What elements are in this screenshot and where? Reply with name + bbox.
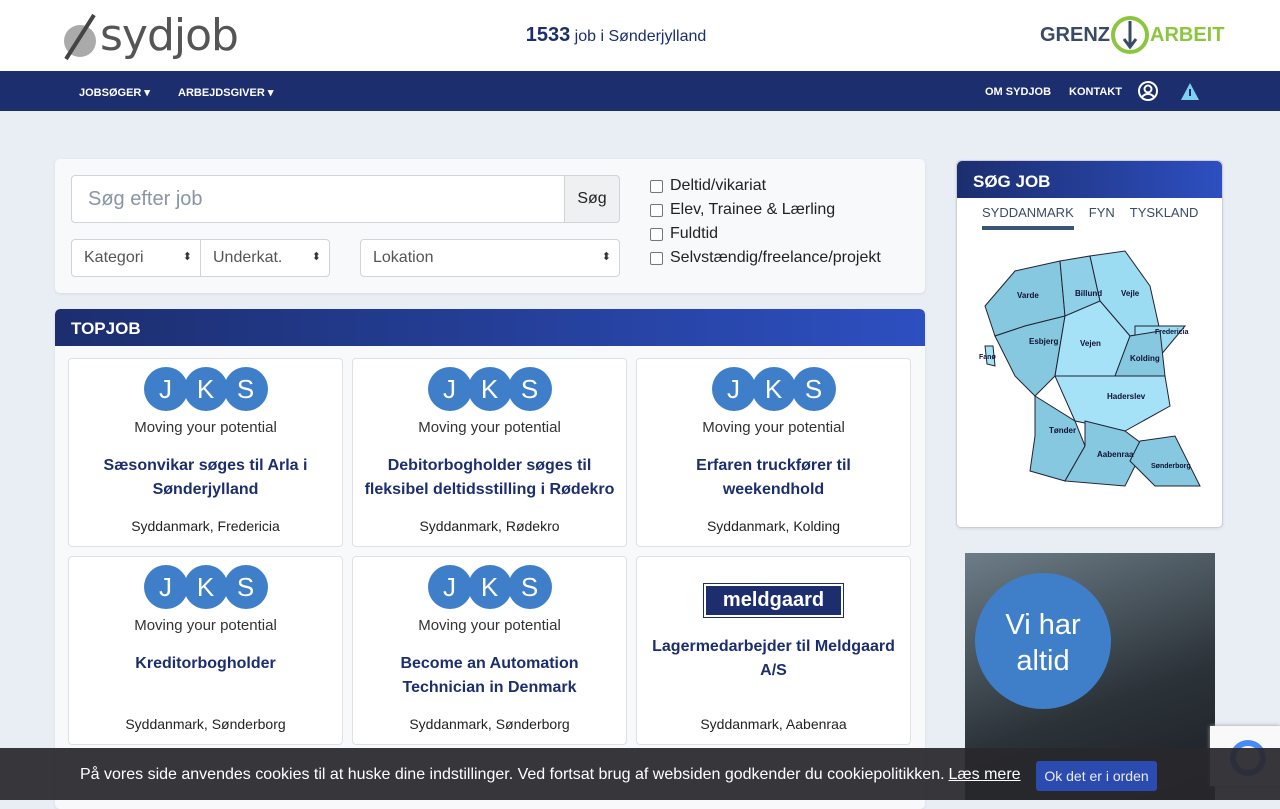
filter-elev[interactable]: Elev, Trainee & Lærling: [650, 201, 835, 219]
warning-icon[interactable]: [1180, 82, 1200, 102]
job-card[interactable]: meldgaard Lagermedarbejder til Meldgaard …: [636, 556, 911, 745]
topjob-title: TOPJOB: [55, 309, 925, 346]
category-select[interactable]: Kategori: [71, 239, 201, 277]
grenzarbeit-logo[interactable]: GRENZ ARBEIT: [1040, 15, 1224, 55]
filter-fuldtid[interactable]: Fuldtid: [650, 225, 718, 243]
label-aabenraa: Aabenraa: [1097, 450, 1134, 459]
tab-fyn[interactable]: FYN: [1089, 205, 1115, 230]
job-title[interactable]: Erfaren truckfører til weekendhold: [647, 454, 900, 502]
user-icon[interactable]: [1137, 80, 1159, 102]
region-map[interactable]: Varde Billund Vejle Fredericia Fanø Esbj…: [975, 246, 1207, 496]
meldgaard-logo: meldgaard: [703, 583, 844, 618]
job-card[interactable]: J K S Moving your potential Become an Automa…: [352, 556, 627, 745]
grenz-circle-icon: [1111, 16, 1149, 54]
nav-arbejdsgiver[interactable]: ARBEJDSGIVER ▾: [178, 86, 273, 99]
search-button[interactable]: Søg: [564, 175, 620, 223]
job-card[interactable]: J K S Moving your potential Kreditorbogholde…: [68, 556, 343, 745]
label-fredericia: Fredericia: [1155, 329, 1189, 336]
job-location: Syddanmark, Aabenraa: [700, 716, 847, 732]
cookie-read-more-link[interactable]: Læs mere: [949, 766, 1021, 783]
location-select[interactable]: Lokation: [360, 239, 620, 277]
filter-selvstaendig[interactable]: Selvstændig/freelance/projekt: [650, 249, 881, 267]
search-input[interactable]: Søg efter job: [71, 175, 565, 223]
tab-tyskland[interactable]: TYSKLAND: [1130, 205, 1199, 230]
label-sonderborg: Sønderborg: [1151, 463, 1191, 470]
region-sonderborg[interactable]: [1129, 435, 1201, 487]
label-kolding: Kolding: [1130, 354, 1160, 363]
nav-jobsoger[interactable]: JOBSØGER ▾: [79, 86, 150, 99]
label-haderslev: Haderslev: [1107, 392, 1146, 401]
cookie-accept-button[interactable]: Ok det er i orden: [1036, 761, 1157, 791]
job-location: Syddanmark, Sønderborg: [409, 716, 570, 732]
label-vejle: Vejle: [1121, 289, 1140, 298]
label-vejen: Vejen: [1080, 339, 1101, 348]
main-nav: JOBSØGER ▾ ARBEJDSGIVER ▾ OM SYDJOB KONT…: [0, 71, 1280, 111]
job-title[interactable]: Become an Automation Technician in Denma…: [363, 652, 616, 700]
label-fano: Fanø: [979, 354, 996, 361]
logo-tagline: Moving your potential: [134, 419, 277, 436]
ad-text: Vi har altid: [975, 573, 1111, 709]
job-location: Syddanmark, Kolding: [706, 518, 841, 534]
search-panel: Søg efter job Søg Kategori Underkat. Lok…: [55, 159, 925, 293]
label-esbjerg: Esbjerg: [1029, 337, 1058, 346]
job-card[interactable]: J K S Moving your potential Debitorbogholder…: [352, 358, 627, 547]
map-search-panel: SØG JOB SYDDANMARK FYN TYSKLAND Varde Bi…: [956, 160, 1223, 528]
label-billund: Billund: [1075, 289, 1102, 298]
jks-logo: JKS: [637, 367, 910, 411]
header: sydjob 1533 job i Sønderjylland GRENZ AR…: [0, 0, 1280, 71]
job-title[interactable]: Lagermedarbejder til Meldgaard A/S: [647, 635, 900, 683]
label-tonder: Tønder: [1049, 426, 1076, 435]
jks-logo: JKS: [69, 367, 342, 411]
cookie-banner: På vores side anvendes cookies til at hu…: [0, 748, 1280, 800]
tab-syddanmark[interactable]: SYDDANMARK: [982, 205, 1074, 230]
logo-tagline: Moving your potential: [134, 617, 277, 634]
job-location: Syddanmark, Fredericia: [131, 518, 280, 534]
nav-kontakt[interactable]: KONTAKT: [1069, 86, 1122, 98]
cookie-message: På vores side anvendes cookies til at hu…: [80, 766, 945, 783]
job-title[interactable]: Kreditorbogholder: [79, 652, 332, 700]
job-title[interactable]: Sæsonvikar søges til Arla i Sønderjyllan…: [79, 454, 332, 502]
job-title[interactable]: Debitorbogholder søges til fleksibel del…: [363, 454, 616, 502]
nav-om-sydjob[interactable]: OM SYDJOB: [985, 86, 1051, 98]
logo-tagline: Moving your potential: [418, 419, 561, 436]
jks-logo: JKS: [353, 367, 626, 411]
filter-deltid[interactable]: Deltid/vikariat: [650, 177, 766, 195]
job-card[interactable]: J K S Moving your potential Sæsonvikar søges…: [68, 358, 343, 547]
job-location: Syddanmark, Rødekro: [419, 518, 560, 534]
subcategory-select[interactable]: Underkat.: [200, 239, 330, 277]
jks-logo: JKS: [353, 565, 626, 609]
job-location: Syddanmark, Sønderborg: [125, 716, 286, 732]
logo-tagline: Moving your potential: [418, 617, 561, 634]
job-card[interactable]: J K S Moving your potential Erfaren truckfør…: [636, 358, 911, 547]
topjob-panel: TOPJOB J K S Moving your potential Sæsonvika…: [55, 309, 925, 809]
map-title: SØG JOB: [957, 161, 1222, 198]
jks-logo: JKS: [69, 565, 342, 609]
label-varde: Varde: [1017, 291, 1039, 300]
logo-tagline: Moving your potential: [702, 419, 845, 436]
